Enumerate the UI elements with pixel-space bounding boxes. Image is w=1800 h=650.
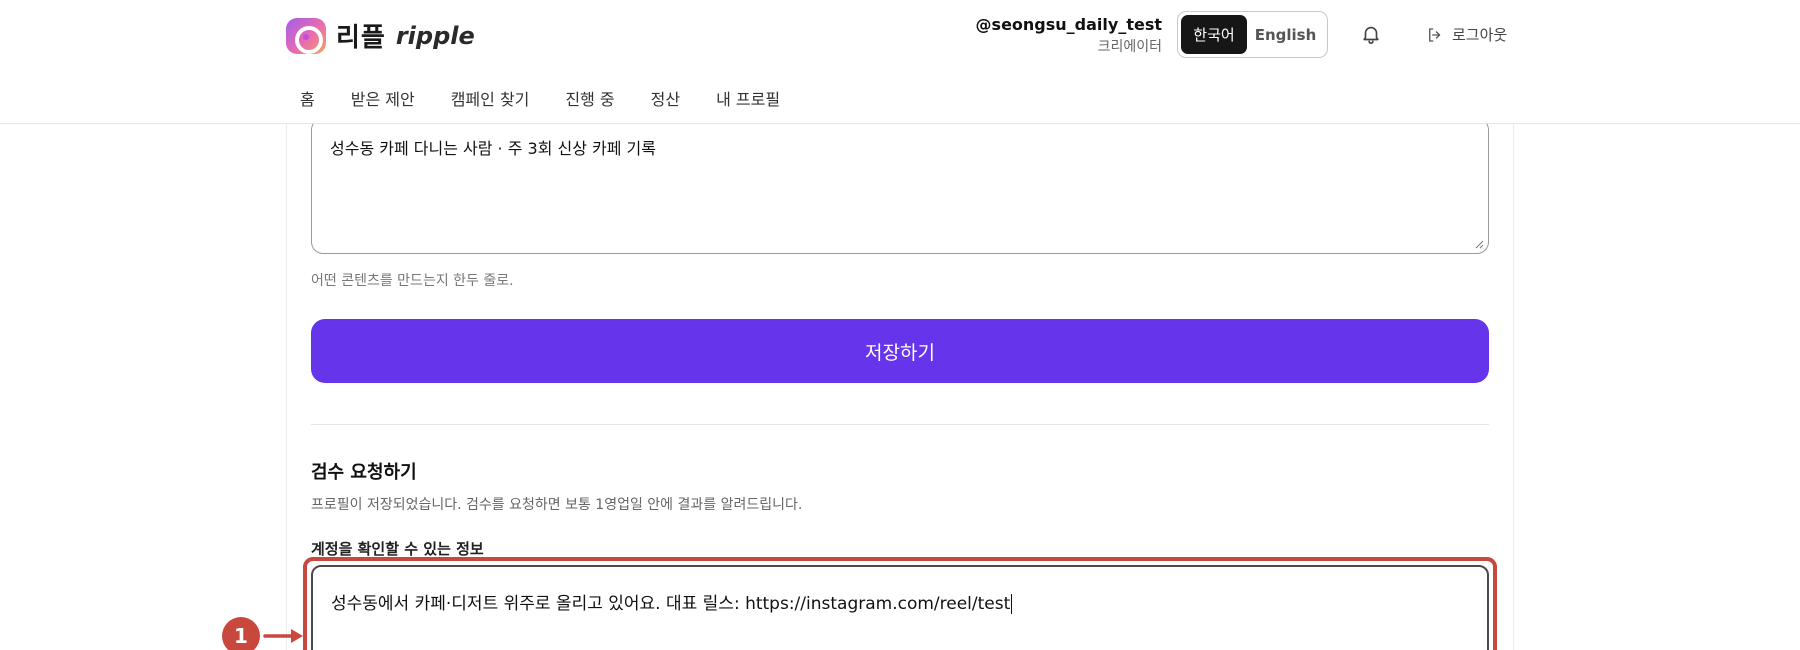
bell-icon[interactable]: [1360, 23, 1382, 45]
review-section-description: 프로필이 저장되었습니다. 검수를 요청하면 보통 1영업일 안에 결과를 알려…: [311, 497, 803, 513]
section-divider: [311, 424, 1489, 425]
lang-ko-button[interactable]: 한국어: [1181, 15, 1247, 54]
nav-item-in-progress[interactable]: 진행 중: [565, 86, 614, 110]
resize-grip-icon[interactable]: [1474, 239, 1484, 249]
nav-item-home[interactable]: 홈: [300, 86, 315, 110]
user-role: 크리에이터: [1097, 39, 1162, 55]
account-info-text: 성수동에서 카페·디저트 위주로 올리고 있어요. 대표 릴스: https:/…: [331, 594, 1011, 614]
user-handle: @seongsu_daily_test: [975, 15, 1162, 34]
nav-item-settlement[interactable]: 정산: [651, 86, 680, 110]
nav-item-offers[interactable]: 받은 제안: [351, 86, 415, 110]
annotation-marker: 1: [222, 617, 260, 650]
account-info-label: 계정을 확인할 수 있는 정보: [311, 540, 484, 558]
logo-text-en: ripple: [395, 21, 475, 50]
nav-item-campaigns[interactable]: 캠페인 찾기: [451, 86, 530, 110]
text-caret: [1011, 594, 1013, 614]
bio-text: 성수동 카페 다니는 사람 · 주 3회 신상 카페 기록: [330, 139, 656, 158]
annotation-arrow-icon: [263, 629, 303, 643]
logout-label: 로그아웃: [1452, 26, 1508, 44]
main-nav: 홈 받은 제안 캠페인 찾기 진행 중 정산 내 프로필: [300, 86, 816, 110]
logout-button[interactable]: 로그아웃: [1426, 24, 1507, 45]
review-section-title: 검수 요청하기: [311, 462, 417, 483]
logout-icon: [1429, 27, 1441, 42]
logo-text-ko: 리플: [336, 23, 386, 53]
bio-textarea[interactable]: 성수동 카페 다니는 사람 · 주 3회 신상 카페 기록: [311, 118, 1489, 254]
logo-icon: [286, 17, 326, 54]
lang-en-button[interactable]: English: [1247, 15, 1324, 54]
account-info-textarea[interactable]: 성수동에서 카페·디저트 위주로 올리고 있어요. 대표 릴스: https:/…: [311, 565, 1489, 650]
user-info: @seongsu_daily_test 크리에이터: [976, 15, 1162, 56]
bio-hint: 어떤 콘텐츠를 만드는지 한두 줄로.: [311, 273, 514, 289]
logo[interactable]: 리플 ripple: [286, 17, 475, 54]
nav-item-my-profile[interactable]: 내 프로필: [716, 86, 780, 110]
top-header: 리플 ripple @seongsu_daily_test 크리에이터 한국어 …: [0, 0, 1800, 124]
language-switch: 한국어 English: [1177, 11, 1328, 58]
save-button[interactable]: 저장하기: [311, 319, 1489, 383]
